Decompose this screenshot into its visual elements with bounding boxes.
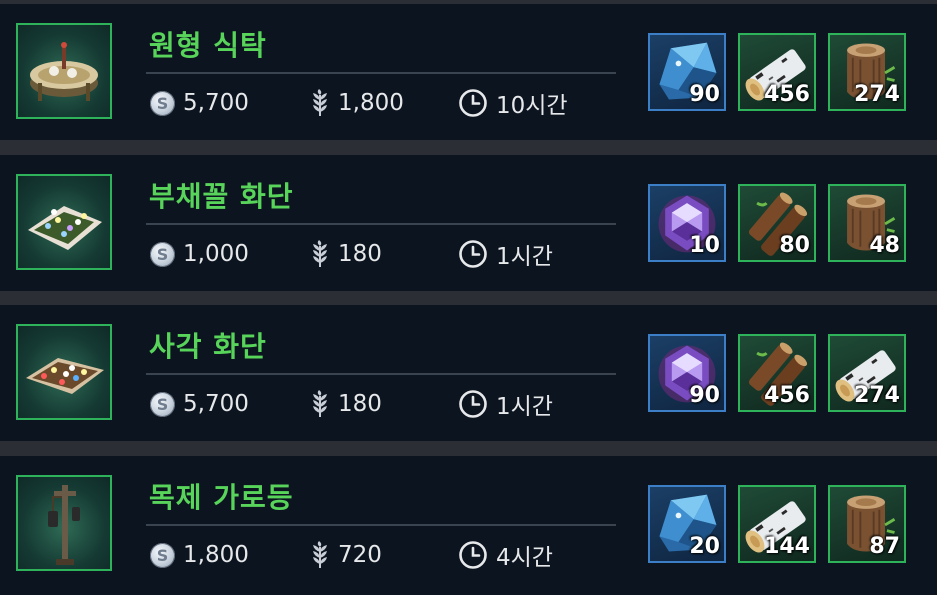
- silver-value: 1,800: [183, 542, 249, 568]
- grain-value: 180: [338, 391, 382, 417]
- recipe-thumbnail: [16, 324, 112, 420]
- recipe-name: 원형 식탁: [149, 29, 267, 62]
- grain-icon: [310, 89, 330, 117]
- clock-icon: [458, 389, 488, 419]
- silver-coin-icon: S: [150, 542, 175, 568]
- time-value: 10시간: [496, 93, 568, 119]
- material-quantity: 87: [869, 534, 900, 559]
- recipe-thumbnail: [16, 475, 112, 571]
- silver-cost: S 5,700: [150, 86, 249, 120]
- material-slot[interactable]: 20: [648, 485, 726, 563]
- grain-cost: 720: [310, 538, 382, 572]
- grain-value: 720: [338, 542, 382, 568]
- material-slot[interactable]: 87: [828, 485, 906, 563]
- material-quantity: 144: [764, 534, 810, 559]
- material-quantity: 90: [689, 383, 720, 408]
- fan-flowerbed-icon: [28, 206, 102, 250]
- grain-value: 1,800: [338, 90, 404, 116]
- grain-icon: [310, 390, 330, 418]
- craft-time: 1시간: [458, 387, 553, 421]
- material-slot[interactable]: 90: [648, 33, 726, 111]
- time-value: 1시간: [496, 244, 553, 270]
- divider: [146, 524, 616, 526]
- round-table-icon: [30, 42, 98, 101]
- silver-coin-icon: S: [150, 90, 175, 116]
- silver-coin-icon: S: [150, 391, 175, 417]
- material-slot[interactable]: 48: [828, 184, 906, 262]
- silver-value: 5,700: [183, 391, 249, 417]
- divider: [146, 223, 616, 225]
- recipe-thumbnail: [16, 174, 112, 270]
- time-value: 4시간: [496, 545, 553, 571]
- clock-icon: [458, 88, 488, 118]
- recipe-list: 원형 식탁 S 5,700 1,800 10시간 90 456 274 부채꼴 …: [0, 0, 937, 595]
- material-quantity: 20: [689, 534, 720, 559]
- recipe-row[interactable]: 목제 가로등 S 1,800 720 4시간 20 144 87: [0, 456, 937, 595]
- grain-cost: 180: [310, 237, 382, 271]
- time-value: 1시간: [496, 394, 553, 420]
- craft-time: 4시간: [458, 538, 553, 572]
- grain-value: 180: [338, 241, 382, 267]
- recipe-name: 부채꼴 화단: [149, 180, 294, 213]
- silver-cost: S 1,800: [150, 538, 249, 572]
- craft-time: 1시간: [458, 237, 553, 271]
- clock-icon: [458, 239, 488, 269]
- clock-icon: [458, 540, 488, 570]
- recipe-row[interactable]: 원형 식탁 S 5,700 1,800 10시간 90 456 274: [0, 4, 937, 140]
- material-slot[interactable]: 456: [738, 334, 816, 412]
- material-quantity: 80: [779, 233, 810, 258]
- grain-icon: [310, 240, 330, 268]
- silver-value: 5,700: [183, 90, 249, 116]
- material-slot[interactable]: 274: [828, 334, 906, 412]
- recipe-row[interactable]: 사각 화단 S 5,700 180 1시간 90 456 274: [0, 305, 937, 441]
- grain-icon: [310, 541, 330, 569]
- grain-cost: 180: [310, 387, 382, 421]
- silver-cost: S 5,700: [150, 387, 249, 421]
- material-quantity: 90: [689, 82, 720, 107]
- material-slot[interactable]: 90: [648, 334, 726, 412]
- recipe-row[interactable]: 부채꼴 화단 S 1,000 180 1시간 10 80 48: [0, 155, 937, 291]
- material-quantity: 456: [764, 82, 810, 107]
- material-slot[interactable]: 10: [648, 184, 726, 262]
- divider: [146, 373, 616, 375]
- material-slot[interactable]: 144: [738, 485, 816, 563]
- wooden-streetlamp-icon: [48, 485, 80, 565]
- silver-value: 1,000: [183, 241, 249, 267]
- material-quantity: 274: [854, 383, 900, 408]
- material-quantity: 456: [764, 383, 810, 408]
- material-quantity: 274: [854, 82, 900, 107]
- divider: [146, 72, 616, 74]
- material-quantity: 48: [869, 233, 900, 258]
- silver-coin-icon: S: [150, 241, 175, 267]
- craft-time: 10시간: [458, 86, 568, 120]
- material-quantity: 10: [689, 233, 720, 258]
- silver-cost: S 1,000: [150, 237, 249, 271]
- recipe-name: 목제 가로등: [149, 481, 294, 514]
- recipe-thumbnail: [16, 23, 112, 119]
- material-slot[interactable]: 80: [738, 184, 816, 262]
- recipe-name: 사각 화단: [149, 330, 267, 363]
- grain-cost: 1,800: [310, 86, 404, 120]
- material-slot[interactable]: 456: [738, 33, 816, 111]
- square-flowerbed-icon: [26, 358, 104, 394]
- material-slot[interactable]: 274: [828, 33, 906, 111]
